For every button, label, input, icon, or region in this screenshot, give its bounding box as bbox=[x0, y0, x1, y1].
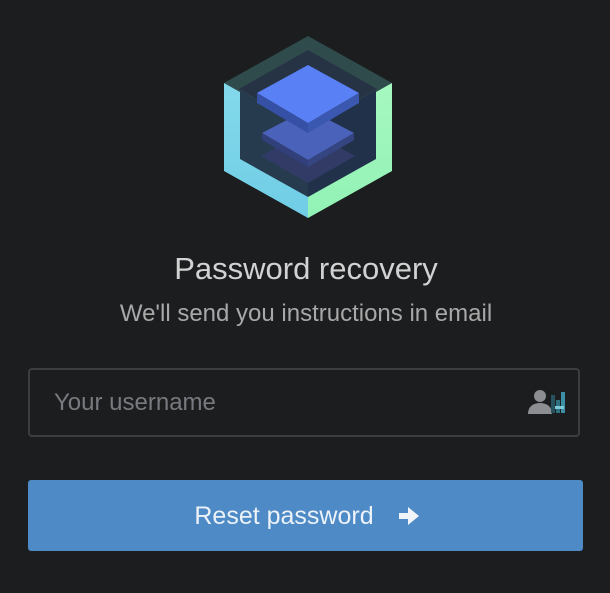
user-icon bbox=[528, 390, 565, 414]
reset-password-label: Reset password bbox=[194, 501, 374, 530]
page-title: Password recovery bbox=[174, 251, 438, 286]
reset-password-button[interactable]: Reset password bbox=[28, 480, 583, 551]
username-input[interactable] bbox=[54, 370, 524, 435]
username-field[interactable] bbox=[28, 368, 580, 437]
cube-logo-icon bbox=[224, 36, 392, 218]
page-subtitle: We'll send you instructions in email bbox=[119, 300, 493, 327]
arrow-right-icon bbox=[398, 507, 419, 525]
password-recovery-page: Password recovery We'll send you instruc… bbox=[0, 0, 610, 593]
